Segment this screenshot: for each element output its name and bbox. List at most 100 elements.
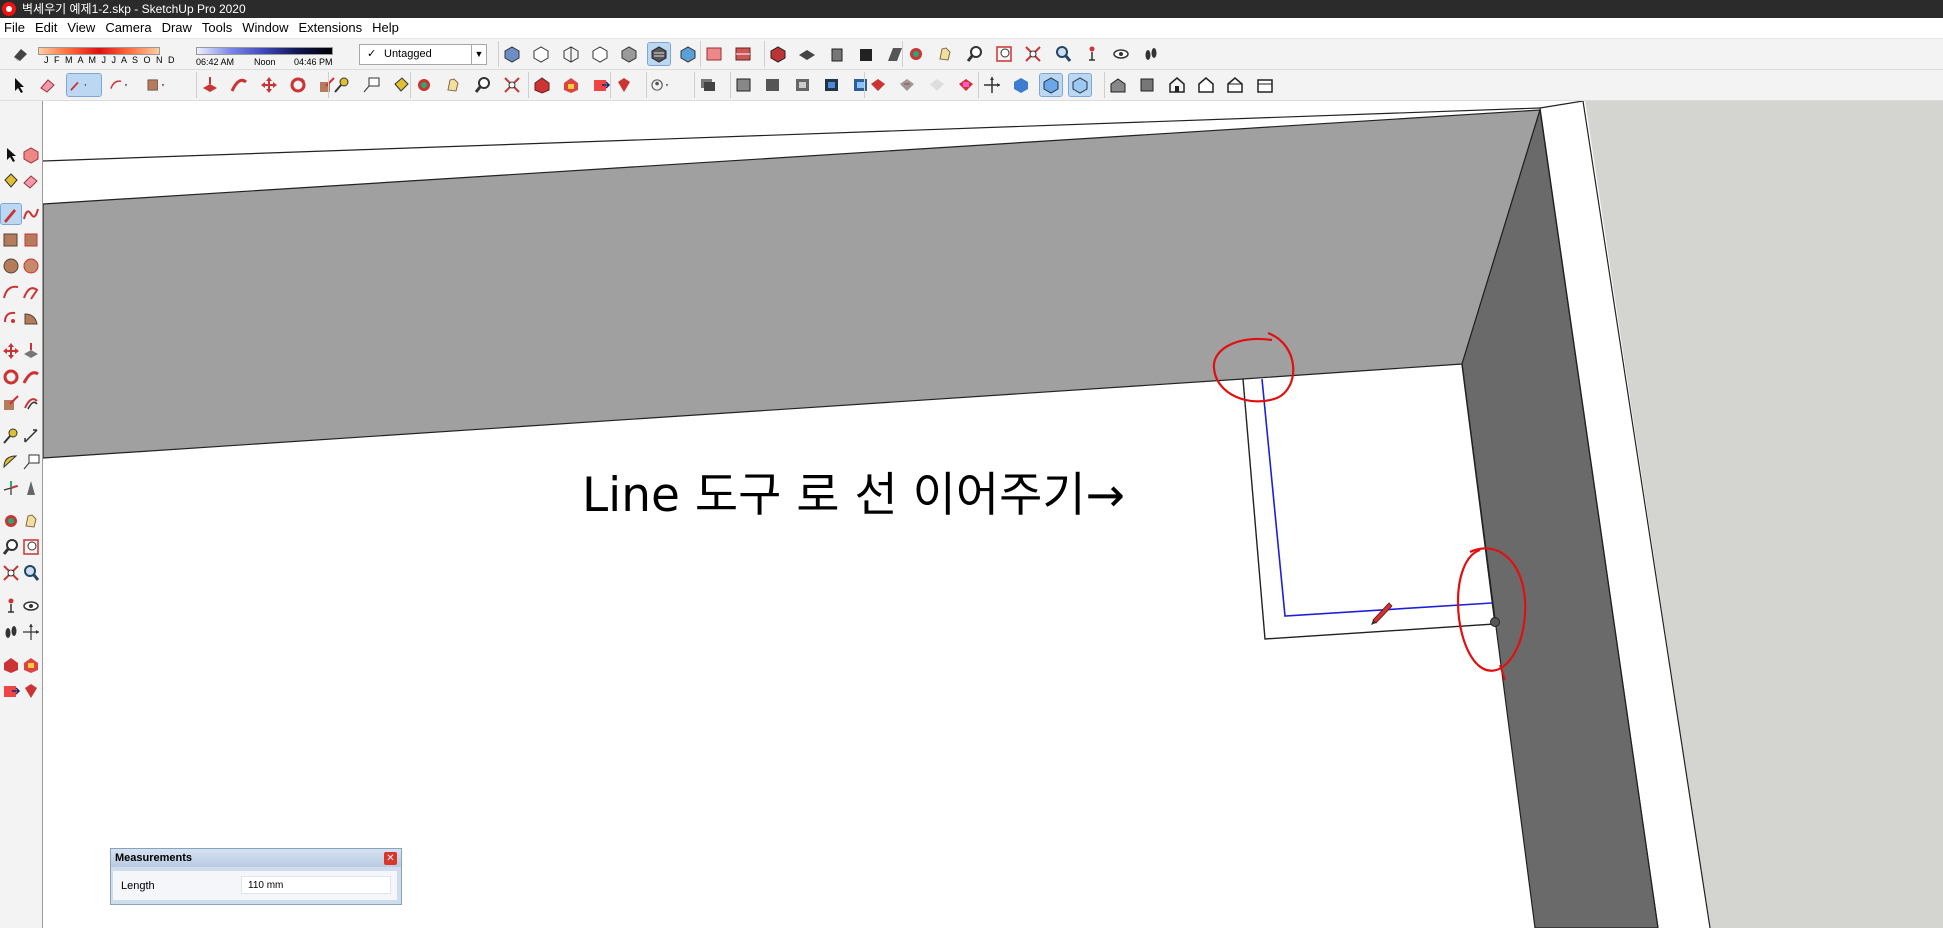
rotate-icon[interactable] xyxy=(287,74,309,96)
3d-warehouse-icon[interactable] xyxy=(1,655,21,675)
pie-icon[interactable] xyxy=(21,308,41,328)
look-around-icon[interactable] xyxy=(1110,43,1132,65)
generate-report-icon[interactable] xyxy=(821,74,843,96)
make-component-icon[interactable] xyxy=(21,145,41,165)
menu-view[interactable]: View xyxy=(63,18,101,38)
back-house-icon[interactable] xyxy=(1224,74,1246,96)
component-options-icon[interactable] xyxy=(762,74,784,96)
follow-me-icon[interactable] xyxy=(228,74,250,96)
line-pencil-icon[interactable] xyxy=(65,73,102,97)
display-section-cuts-icon[interactable] xyxy=(1068,73,1093,97)
paint-bucket-icon[interactable] xyxy=(390,74,412,96)
menu-help[interactable]: Help xyxy=(368,18,405,38)
section-plane-icon[interactable] xyxy=(21,622,41,642)
share-model-icon[interactable] xyxy=(590,74,612,96)
select-arrow-icon[interactable] xyxy=(8,74,30,96)
menu-window[interactable]: Window xyxy=(238,18,294,38)
shaded-textures-style-icon[interactable] xyxy=(646,42,671,66)
section-cut-icon[interactable] xyxy=(732,43,754,65)
right-house-icon[interactable] xyxy=(1195,74,1217,96)
polygon-icon[interactable] xyxy=(21,256,41,276)
section-fill-icon[interactable] xyxy=(1010,74,1032,96)
rotated-rectangle-icon[interactable] xyxy=(21,230,41,250)
display-section-planes-icon[interactable] xyxy=(1038,73,1063,97)
iso-view-icon[interactable] xyxy=(767,43,789,65)
freehand-icon[interactable] xyxy=(21,204,41,224)
shadow-time-slider[interactable]: 06:42 AM Noon 04:46 PM xyxy=(196,43,334,67)
zoom-extents-tool-icon[interactable] xyxy=(501,74,523,96)
dimension-icon[interactable] xyxy=(21,426,41,446)
smoove-icon[interactable] xyxy=(926,74,948,96)
tape-measure-icon[interactable] xyxy=(1,426,21,446)
stamp-icon[interactable] xyxy=(955,74,977,96)
walk-icon[interactable] xyxy=(1,622,21,642)
rectangle-shape-icon[interactable] xyxy=(145,74,175,96)
offset-icon[interactable] xyxy=(21,393,41,413)
eraser-icon[interactable] xyxy=(37,74,59,96)
iso-house-icon[interactable] xyxy=(1107,74,1129,96)
position-camera-icon[interactable] xyxy=(1081,43,1103,65)
front-view-icon[interactable] xyxy=(826,43,848,65)
user-account-icon[interactable] xyxy=(649,74,679,96)
hidden-line-style-icon[interactable] xyxy=(589,43,611,65)
zoom-extents-icon[interactable] xyxy=(1,563,21,583)
tape-measure-icon[interactable] xyxy=(331,74,353,96)
menu-edit[interactable]: Edit xyxy=(31,18,63,38)
push-pull-icon[interactable] xyxy=(21,341,41,361)
move-icon[interactable] xyxy=(1,341,21,361)
right-view-icon[interactable] xyxy=(855,43,877,65)
look-around-icon[interactable] xyxy=(21,596,41,616)
make-component-icon[interactable] xyxy=(733,74,755,96)
previous-view-icon[interactable] xyxy=(1052,43,1074,65)
top-view-icon[interactable] xyxy=(796,43,818,65)
arc-icon[interactable] xyxy=(1,282,21,302)
section-plane-icon[interactable] xyxy=(703,43,725,65)
3d-text-icon[interactable] xyxy=(21,478,41,498)
rotate-icon[interactable] xyxy=(1,367,21,387)
previous-view-icon[interactable] xyxy=(21,563,41,583)
menu-file[interactable]: File xyxy=(0,18,31,38)
orbit-tool-icon[interactable] xyxy=(413,74,435,96)
eraser-style-icon[interactable] xyxy=(10,43,32,65)
walk-icon[interactable] xyxy=(1140,43,1162,65)
shadow-month-slider[interactable]: J F M A M J J A S O N D xyxy=(38,43,178,65)
position-camera-icon[interactable] xyxy=(1,596,21,616)
scale-icon[interactable] xyxy=(1,393,21,413)
arc-icon[interactable] xyxy=(108,74,138,96)
protractor-icon[interactable] xyxy=(1,452,21,472)
orbit-icon[interactable] xyxy=(905,43,927,65)
component-attributes-icon[interactable] xyxy=(792,74,814,96)
paint-bucket-icon[interactable] xyxy=(1,171,21,191)
follow-me-icon[interactable] xyxy=(21,367,41,387)
left-house-icon[interactable] xyxy=(1254,74,1276,96)
menu-extensions[interactable]: Extensions xyxy=(295,18,369,38)
sandbox-scratch-icon[interactable] xyxy=(896,74,918,96)
pan-icon[interactable] xyxy=(21,511,41,531)
extension-manager-icon[interactable] xyxy=(613,74,635,96)
move-icon[interactable] xyxy=(258,74,280,96)
extension-warehouse-icon[interactable] xyxy=(21,655,41,675)
zoom-extents-icon[interactable] xyxy=(1022,43,1044,65)
zoom-window-icon[interactable] xyxy=(21,537,41,557)
orbit-icon[interactable] xyxy=(1,511,21,531)
push-pull-icon[interactable] xyxy=(199,74,221,96)
xray-style-icon[interactable] xyxy=(501,43,523,65)
text-label-icon[interactable] xyxy=(360,74,382,96)
wireframe-style-icon[interactable] xyxy=(560,43,582,65)
zoom-window-icon[interactable] xyxy=(993,43,1015,65)
front-house-icon[interactable] xyxy=(1166,74,1188,96)
menu-draw[interactable]: Draw xyxy=(158,18,198,38)
menu-tools[interactable]: Tools xyxy=(198,18,238,38)
monochrome-style-icon[interactable] xyxy=(677,43,699,65)
3d-warehouse-icon[interactable] xyxy=(531,74,553,96)
share-model-icon[interactable] xyxy=(1,681,21,701)
circle-icon[interactable] xyxy=(1,256,21,276)
pan-tool-icon[interactable] xyxy=(442,74,464,96)
rectangle-icon[interactable] xyxy=(1,230,21,250)
close-icon[interactable]: ✕ xyxy=(384,852,397,865)
shaded-style-icon[interactable] xyxy=(618,43,640,65)
extension-warehouse-icon[interactable] xyxy=(560,74,582,96)
extension-manager-icon[interactable] xyxy=(21,681,41,701)
eraser-icon[interactable] xyxy=(21,171,41,191)
length-value-field[interactable]: 110 mm xyxy=(241,876,391,894)
